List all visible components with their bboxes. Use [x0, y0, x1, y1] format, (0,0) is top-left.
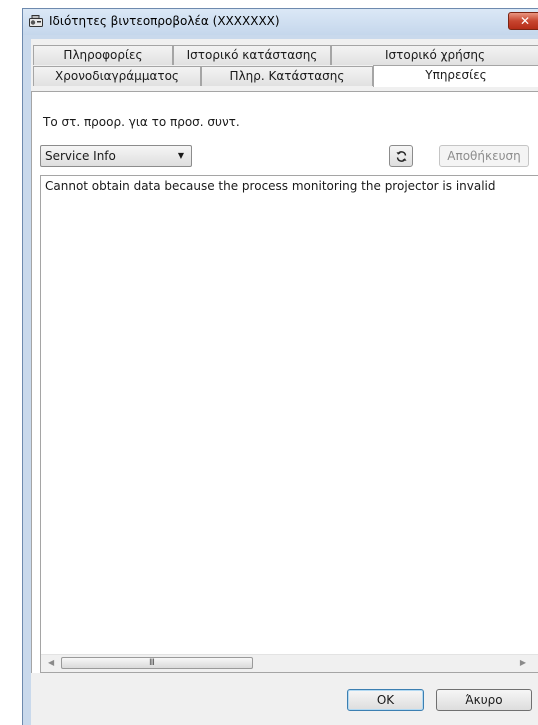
tab-information[interactable]: Πληροφορίες: [33, 45, 173, 65]
tab-label: Ιστορικό χρήσης: [384, 48, 486, 62]
refresh-button[interactable]: [389, 145, 413, 167]
scrollbar-grip: III: [149, 658, 155, 668]
cancel-button[interactable]: Άκυρο: [436, 689, 532, 711]
tab-schedule[interactable]: Χρονοδιαγράμματος: [33, 66, 201, 86]
properties-window: Ιδιότητες βιντεοπροβολέα (XXXXXXX) ✕ Πλη…: [22, 8, 538, 725]
service-type-dropdown[interactable]: Service Info ▼: [40, 145, 192, 167]
window-title: Ιδιότητες βιντεοπροβολέα (XXXXXXX): [49, 14, 280, 28]
horizontal-scrollbar[interactable]: ◀ III ▶: [41, 654, 538, 672]
scroll-right-icon[interactable]: ▶: [520, 658, 526, 667]
tab-label: Ιστορικό κατάστασης: [186, 48, 318, 62]
service-info-textarea[interactable]: Cannot obtain data because the process m…: [40, 175, 538, 673]
save-button[interactable]: Αποθήκευση: [439, 145, 529, 167]
service-info-text: Cannot obtain data because the process m…: [45, 179, 496, 193]
tab-services[interactable]: Υπηρεσίες: [373, 65, 538, 87]
ok-button[interactable]: OK: [347, 689, 424, 711]
tab-status-history[interactable]: Ιστορικό κατάστασης: [173, 45, 331, 65]
scroll-left-icon[interactable]: ◀: [48, 658, 54, 667]
dialog-client-area: Πληροφορίες Ιστορικό κατάστασης Ιστορικό…: [31, 39, 538, 725]
dropdown-value: Service Info: [45, 149, 116, 163]
tab-label: Υπηρεσίες: [425, 68, 487, 82]
panel-note: Το στ. προορ. για το προσ. συντ.: [43, 115, 240, 129]
tab-usage-history[interactable]: Ιστορικό χρήσης: [331, 45, 538, 65]
tab-label: Χρονοδιαγράμματος: [55, 69, 179, 83]
title-bar[interactable]: Ιδιότητες βιντεοπροβολέα (XXXXXXX) ✕: [23, 9, 538, 35]
services-panel: Το στ. προορ. για το προσ. συντ. Service…: [31, 91, 538, 673]
close-icon: ✕: [519, 14, 531, 28]
scrollbar-thumb[interactable]: III: [61, 657, 253, 669]
refresh-icon: [396, 151, 407, 162]
projector-app-icon: [29, 15, 43, 28]
tab-label: Πληροφορίες: [63, 48, 143, 62]
tab-status-info[interactable]: Πληρ. Κατάστασης: [201, 66, 373, 86]
close-button[interactable]: ✕: [508, 12, 538, 30]
tab-label: Πληρ. Κατάστασης: [229, 69, 345, 83]
chevron-down-icon: ▼: [177, 151, 184, 160]
